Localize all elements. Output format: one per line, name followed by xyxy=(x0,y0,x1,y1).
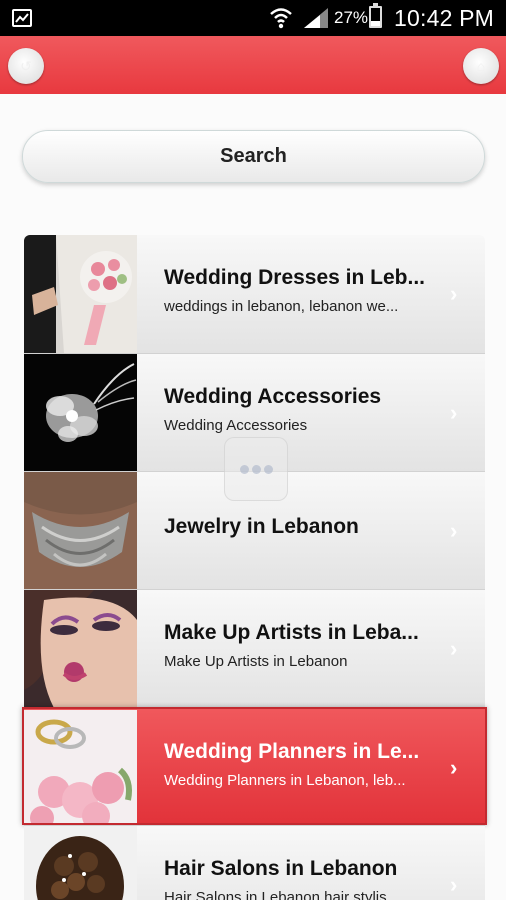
item-subtitle: Wedding Planners in Lebanon, leb... xyxy=(164,772,406,789)
loading-dot xyxy=(251,464,261,474)
hair-salon-thumbnail xyxy=(24,826,137,900)
search-button[interactable]: Search xyxy=(22,130,485,183)
chevron-right-icon: › xyxy=(450,400,458,425)
list-item[interactable]: Wedding Dresses in Leb... weddings in le… xyxy=(24,235,485,353)
item-title: Jewelry in Lebanon xyxy=(164,515,359,538)
item-title: Hair Salons in Lebanon xyxy=(164,857,398,880)
item-subtitle: Hair Salons in Lebanon hair stylis... xyxy=(164,889,400,900)
clock: 10:42 PM xyxy=(394,5,495,31)
item-subtitle: weddings in lebanon, lebanon we... xyxy=(164,298,399,315)
home-button[interactable]: ⌂ xyxy=(463,48,499,84)
loading-dot xyxy=(263,464,273,474)
wedding-planner-thumbnail xyxy=(24,710,137,823)
chevron-right-icon: › xyxy=(450,636,458,661)
home-icon: ⌂ xyxy=(476,58,486,74)
back-icon: ↺ xyxy=(20,57,32,74)
item-title: Wedding Accessories xyxy=(164,385,382,408)
jewelry-thumbnail xyxy=(24,472,137,589)
loading-dot xyxy=(239,464,249,474)
battery-percent: 27% xyxy=(334,8,369,27)
chevron-right-icon: › xyxy=(450,518,458,543)
list-item[interactable]: Hair Salons in Lebanon Hair Salons in Le… xyxy=(24,825,485,900)
list-item-selected[interactable]: Wedding Planners in Le... Wedding Planne… xyxy=(22,707,487,825)
chevron-right-icon: › xyxy=(450,872,458,897)
gallery-notification-icon xyxy=(12,9,32,27)
loading-indicator xyxy=(224,437,288,501)
wifi-icon xyxy=(270,8,292,29)
battery-icon xyxy=(369,3,382,28)
signal-icon xyxy=(304,8,328,28)
item-subtitle: Wedding Accessories xyxy=(164,417,308,434)
item-subtitle: Make Up Artists in Lebanon xyxy=(164,653,348,670)
makeup-thumbnail xyxy=(24,590,137,707)
back-button[interactable]: ↺ xyxy=(8,48,44,84)
wedding-accessory-thumbnail xyxy=(24,354,137,471)
chevron-right-icon: › xyxy=(450,755,458,780)
chevron-right-icon: › xyxy=(450,281,458,306)
list-item[interactable]: Make Up Artists in Leba... Make Up Artis… xyxy=(24,589,485,707)
status-bar: 27% 10:42 PM xyxy=(0,0,506,36)
item-title: Wedding Planners in Le... xyxy=(164,740,420,763)
app-bar: ↺ ⌂ xyxy=(0,36,506,94)
category-list: Wedding Dresses in Leb... weddings in le… xyxy=(22,235,487,900)
wedding-dress-thumbnail xyxy=(24,235,137,353)
item-title: Wedding Dresses in Leb... xyxy=(164,266,426,289)
item-title: Make Up Artists in Leba... xyxy=(164,621,419,644)
